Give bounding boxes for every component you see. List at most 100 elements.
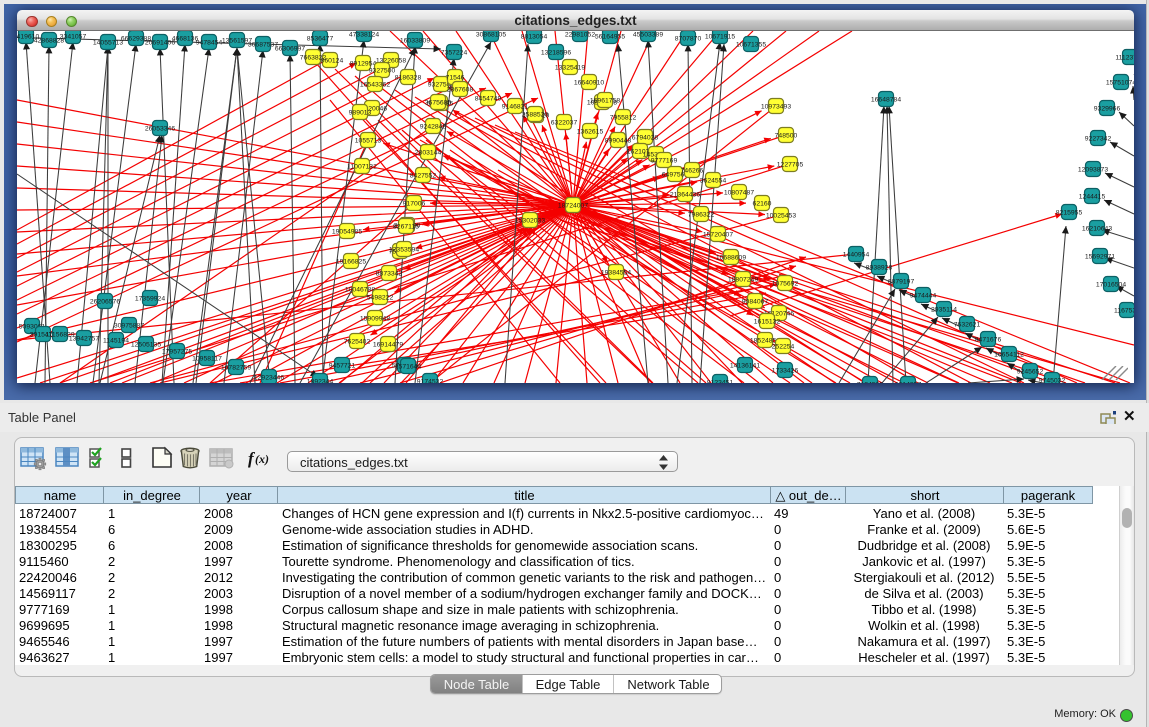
svg-text:8267115: 8267115 <box>393 223 419 230</box>
svg-text:10807487: 10807487 <box>724 189 754 196</box>
svg-text:12505135: 12505135 <box>131 341 161 348</box>
svg-text:9245652: 9245652 <box>1017 368 1044 375</box>
svg-text:17359924: 17359924 <box>135 295 165 302</box>
svg-text:1571644: 1571644 <box>395 363 422 370</box>
svg-text:6322037: 6322037 <box>551 119 578 126</box>
svg-text:16648784: 16648784 <box>871 96 901 103</box>
svg-text:1145194: 1145194 <box>103 337 129 344</box>
svg-text:9242848: 9242848 <box>420 123 447 130</box>
svg-text:2588520: 2588520 <box>522 111 549 118</box>
svg-text:5498222: 5498222 <box>367 294 394 301</box>
svg-text:1167534: 1167534 <box>1114 307 1134 314</box>
svg-text:7955812: 7955812 <box>610 114 637 121</box>
svg-text:10671915: 10671915 <box>705 33 735 40</box>
svg-text:15909948: 15909948 <box>360 315 390 322</box>
svg-text:18807249: 18807249 <box>728 276 758 283</box>
svg-text:1733426: 1733426 <box>772 367 799 374</box>
svg-text:45503389: 45503389 <box>633 31 663 38</box>
svg-text:12353594: 12353594 <box>389 246 419 253</box>
svg-text:252254: 252254 <box>772 343 795 350</box>
svg-text:8873342: 8873342 <box>376 270 403 277</box>
svg-text:20691406: 20691406 <box>145 39 175 46</box>
svg-text:12093873: 12093873 <box>1078 166 1108 173</box>
svg-text:16640910: 16640910 <box>574 79 604 86</box>
svg-text:7357224: 7357224 <box>441 49 468 56</box>
svg-text:19384554: 19384554 <box>601 269 631 276</box>
svg-text:56164955: 56164955 <box>595 33 625 40</box>
svg-text:26053346: 26053346 <box>145 125 175 132</box>
svg-text:10688609: 10688609 <box>716 254 746 261</box>
svg-text:2867608: 2867608 <box>447 86 474 93</box>
svg-text:2803144: 2803144 <box>415 149 442 156</box>
svg-text:9084067: 9084067 <box>742 298 769 305</box>
svg-text:1362615: 1362615 <box>577 128 604 135</box>
svg-text:66306997: 66306997 <box>275 45 305 52</box>
svg-text:12923446: 12923446 <box>254 374 284 381</box>
svg-text:6794028: 6794028 <box>632 134 659 141</box>
svg-text:9474444: 9474444 <box>910 292 937 299</box>
svg-text:8938928: 8938928 <box>866 264 893 271</box>
svg-text:10973493: 10973493 <box>761 103 791 110</box>
svg-text:989013: 989013 <box>349 109 372 116</box>
svg-text:10671355: 10671355 <box>736 41 766 48</box>
svg-text:11007132: 11007132 <box>347 163 377 170</box>
svg-text:3675685: 3675685 <box>425 99 452 106</box>
svg-text:9478454: 9478454 <box>196 39 223 46</box>
svg-text:6879197: 6879197 <box>888 278 915 285</box>
svg-text:9745032: 9745032 <box>1039 377 1066 383</box>
svg-text:4668136: 4668136 <box>172 35 199 42</box>
svg-text:8813054: 8813054 <box>521 33 548 40</box>
svg-text:71546: 71546 <box>446 74 465 81</box>
svg-text:10654112: 10654112 <box>994 351 1024 358</box>
svg-text:2935114: 2935114 <box>931 306 957 313</box>
svg-text:16210643: 16210643 <box>1082 225 1112 232</box>
svg-text:17957275: 17957275 <box>162 348 192 355</box>
svg-text:9327500: 9327500 <box>369 67 396 74</box>
svg-text:15751074: 15751074 <box>1106 79 1134 86</box>
svg-text:10046788: 10046788 <box>345 286 375 293</box>
svg-text:26206576: 26206576 <box>90 298 120 305</box>
svg-text:1244415: 1244415 <box>1079 193 1106 200</box>
svg-text:9227342: 9227342 <box>1085 135 1112 142</box>
svg-text:36687537: 36687537 <box>248 41 278 48</box>
svg-text:17016504: 17016504 <box>1096 281 1126 288</box>
svg-text:8215955: 8215955 <box>1056 209 1083 216</box>
svg-text:18724007: 18724007 <box>558 202 588 209</box>
svg-text:9777169: 9777169 <box>651 157 678 164</box>
svg-text:11123705: 11123705 <box>1115 54 1134 61</box>
svg-text:14136141: 14136141 <box>730 362 760 369</box>
svg-text:1227705: 1227705 <box>777 161 804 168</box>
svg-text:7625402: 7625402 <box>344 338 371 345</box>
svg-text:13325419: 13325419 <box>555 64 585 71</box>
svg-text:47338124: 47338124 <box>349 31 379 38</box>
svg-text:13218596: 13218596 <box>541 49 571 56</box>
svg-text:10958117: 10958117 <box>192 355 222 362</box>
svg-text:1615132: 1615132 <box>754 318 781 325</box>
svg-text:8454749: 8454749 <box>475 95 502 102</box>
svg-text:30975887: 30975887 <box>114 322 144 329</box>
svg-text:1055713: 1055713 <box>355 137 382 144</box>
svg-text:16961758: 16961758 <box>590 97 620 104</box>
svg-text:(x): (x) <box>255 452 269 466</box>
svg-text:917006: 917006 <box>403 200 426 207</box>
svg-text:6214357: 6214357 <box>895 381 922 383</box>
svg-text:8912954: 8912954 <box>350 60 377 67</box>
svg-text:3624554: 3624554 <box>700 177 727 184</box>
svg-text:7134529: 7134529 <box>857 381 884 383</box>
svg-text:8471676: 8471676 <box>975 336 1002 343</box>
svg-text:8990448: 8990448 <box>605 137 632 144</box>
svg-text:13942757: 13942757 <box>69 335 99 342</box>
svg-text:7986322: 7986322 <box>688 211 715 218</box>
svg-text:10025453: 10025453 <box>766 212 796 219</box>
svg-text:8707870: 8707870 <box>675 35 702 42</box>
svg-text:22981052: 22981052 <box>565 31 595 38</box>
svg-text:9329966: 9329966 <box>1094 105 1121 112</box>
svg-text:62160: 62160 <box>753 200 772 207</box>
svg-text:9174532: 9174532 <box>417 378 444 383</box>
svg-text:15692971: 15692971 <box>1085 253 1115 260</box>
svg-text:748500: 748500 <box>775 132 798 139</box>
svg-text:7632621: 7632621 <box>954 321 981 328</box>
svg-text:8186328: 8186328 <box>395 74 422 81</box>
svg-text:15302033: 15302033 <box>515 217 545 224</box>
svg-text:8536477: 8536477 <box>307 35 334 42</box>
